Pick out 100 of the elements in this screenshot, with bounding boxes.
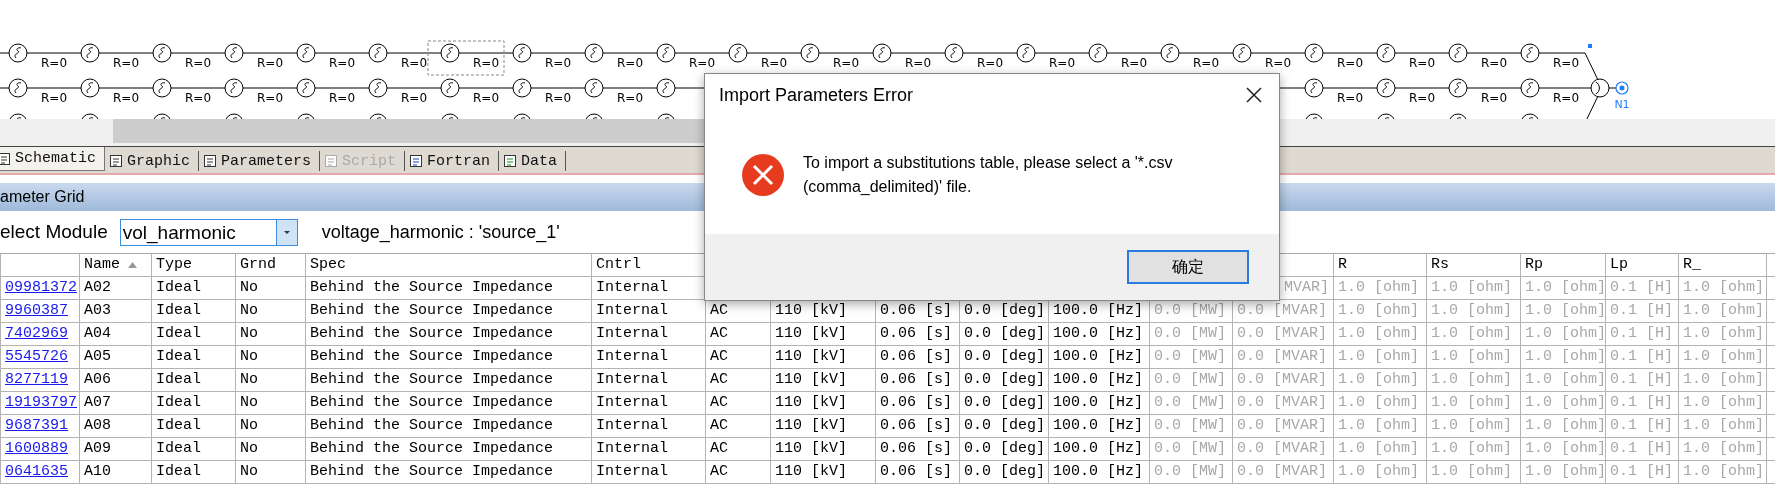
table-cell: A10 [79, 460, 152, 483]
table-cell: 0.1 [H] [1605, 276, 1679, 299]
resistance-label: R=0 [1337, 91, 1363, 105]
table-cell: Internal [591, 414, 706, 437]
column-header[interactable]: Spec [305, 254, 592, 276]
table-cell: AC [705, 437, 771, 460]
table-cell: Ideal [151, 368, 236, 391]
table-cell: 1.0 [ohm] [1426, 368, 1521, 391]
table-cell: 1.0 [ohm] [1426, 437, 1521, 460]
table-cell: 0.0 [MW] [1149, 391, 1233, 414]
tab[interactable]: Graphic [105, 151, 200, 171]
resistance-label: R=0 [113, 56, 139, 70]
table-cell: 0.06 [s] [875, 345, 960, 368]
table-cell: No [235, 414, 306, 437]
table-cell: 1.0 [ohm] [1678, 414, 1767, 437]
table-cell: No [235, 391, 306, 414]
column-header[interactable]: Type [151, 254, 236, 276]
table-cell: Ideal [151, 322, 236, 345]
resistance-label: R=0 [329, 91, 355, 105]
column-header[interactable]: Name [79, 254, 152, 276]
table-cell: 100.0 [Hz] [1048, 460, 1150, 483]
table-cell: No [235, 299, 306, 322]
table-cell: 0.0 [MVAR] [1232, 345, 1334, 368]
table-cell: 1.0 [ohm] [1333, 437, 1427, 460]
table-cell: 0.0 [deg] [959, 460, 1049, 483]
ok-button[interactable]: 确定 [1127, 250, 1249, 284]
table-cell: A02 [79, 276, 152, 299]
table-cell: 0.1 [H] [1605, 437, 1679, 460]
resistance-label: R=0 [617, 56, 643, 70]
table-cell: 1.0 [ohm] [1678, 437, 1767, 460]
node-label: N1 [1614, 98, 1630, 111]
resistance-label: R=0 [401, 91, 427, 105]
error-message: To import a substitutions table, please select a '*.csv (comma_delimited)' file. [803, 153, 1174, 197]
table-cell: 1.0 [ohm] [1426, 391, 1521, 414]
table-cell: AC [705, 414, 771, 437]
resistance-label: R=0 [185, 56, 211, 70]
table-cell: 0.1 [H] [1605, 299, 1679, 322]
tab[interactable]: Parameters [199, 151, 321, 171]
table-cell: Internal [591, 345, 706, 368]
resistance-label: R=0 [761, 56, 787, 70]
resistance-label: R=0 [185, 91, 211, 105]
table-cell: Behind the Source Impedance [305, 322, 592, 345]
table-cell: Ideal [151, 437, 236, 460]
table-cell: 0.0 [MVAR] [1232, 437, 1334, 460]
table-cell: AC [705, 460, 771, 483]
resistance-label: R=0 [1481, 91, 1507, 105]
module-dropdown[interactable]: vol_harmonic [119, 218, 298, 246]
resistance-label: R=0 [905, 56, 931, 70]
column-header[interactable]: Grnd [235, 254, 306, 276]
table-cell: 1.0 [ohm] [1678, 368, 1767, 391]
table-cell: 1.0 [ohm] [1333, 276, 1427, 299]
table-cell: 1.0 [ohm] [1678, 391, 1767, 414]
table-cell: 0.0 [MW] [1149, 414, 1233, 437]
table-cell: 1.0 [ohm] [1333, 322, 1427, 345]
table-cell: 1.0 [ohm] [1426, 414, 1521, 437]
module-label: elect Module [0, 221, 108, 243]
tab[interactable]: Data [499, 151, 567, 171]
table-cell: 1.0 [ohm] [1520, 299, 1606, 322]
table-cell: 1.0 [ohm] [1426, 322, 1521, 345]
table-cell: A05 [79, 345, 152, 368]
table-cell: 1.0 [ohm] [1520, 368, 1606, 391]
table-cell: Behind the Source Impedance [305, 345, 592, 368]
resistance-label: R=0 [1049, 56, 1075, 70]
table-cell: Internal [591, 299, 706, 322]
table-cell: 1.0 [ohm] [1520, 414, 1606, 437]
table-cell: 0.0 [deg] [959, 368, 1049, 391]
table-cell: 0.0 [MVAR] [1232, 391, 1334, 414]
table-cell: 0.06 [s] [875, 460, 960, 483]
tab[interactable]: Schematic [0, 147, 105, 171]
table-cell: AC [705, 345, 771, 368]
table-cell: Ideal [151, 391, 236, 414]
resistance-label: R=0 [329, 56, 355, 70]
table-cell: 0.0 [deg] [959, 414, 1049, 437]
resistance-label: R=0 [1193, 56, 1219, 70]
table-cell: Internal [591, 437, 706, 460]
table-cell: 1.0 [ohm] [1678, 276, 1767, 299]
table-cell: 1.0 [ohm] [1678, 345, 1767, 368]
tab[interactable]: Fortran [405, 151, 500, 171]
resistance-label: R=0 [833, 56, 859, 70]
table-cell: 110 [kV] [770, 322, 876, 345]
table-cell: 100.0 [Hz] [1048, 437, 1150, 460]
table-cell: 1.0 [ohm] [1678, 299, 1767, 322]
table-cell: 1.0 [ohm] [1678, 322, 1767, 345]
resistance-label: R=0 [1481, 56, 1507, 70]
table-cell: 0.0 [MVAR] [1232, 460, 1334, 483]
table-cell: 100.0 [Hz] [1048, 414, 1150, 437]
table-cell: A03 [79, 299, 152, 322]
resistance-label: R=0 [1409, 56, 1435, 70]
table-cell: 0.1 [H] [1605, 460, 1679, 483]
table-cell: Behind the Source Impedance [305, 414, 592, 437]
resistance-label: R=0 [401, 56, 427, 70]
table-cell: A08 [79, 414, 152, 437]
table-cell: No [235, 276, 306, 299]
table-cell: 0.0 [deg] [959, 345, 1049, 368]
table-cell: Behind the Source Impedance [305, 437, 592, 460]
resistance-label: R=0 [113, 91, 139, 105]
table-cell: 0.1 [H] [1605, 368, 1679, 391]
table-cell: Behind the Source Impedance [305, 391, 592, 414]
table-cell: No [235, 322, 306, 345]
table-cell: Behind the Source Impedance [305, 368, 592, 391]
